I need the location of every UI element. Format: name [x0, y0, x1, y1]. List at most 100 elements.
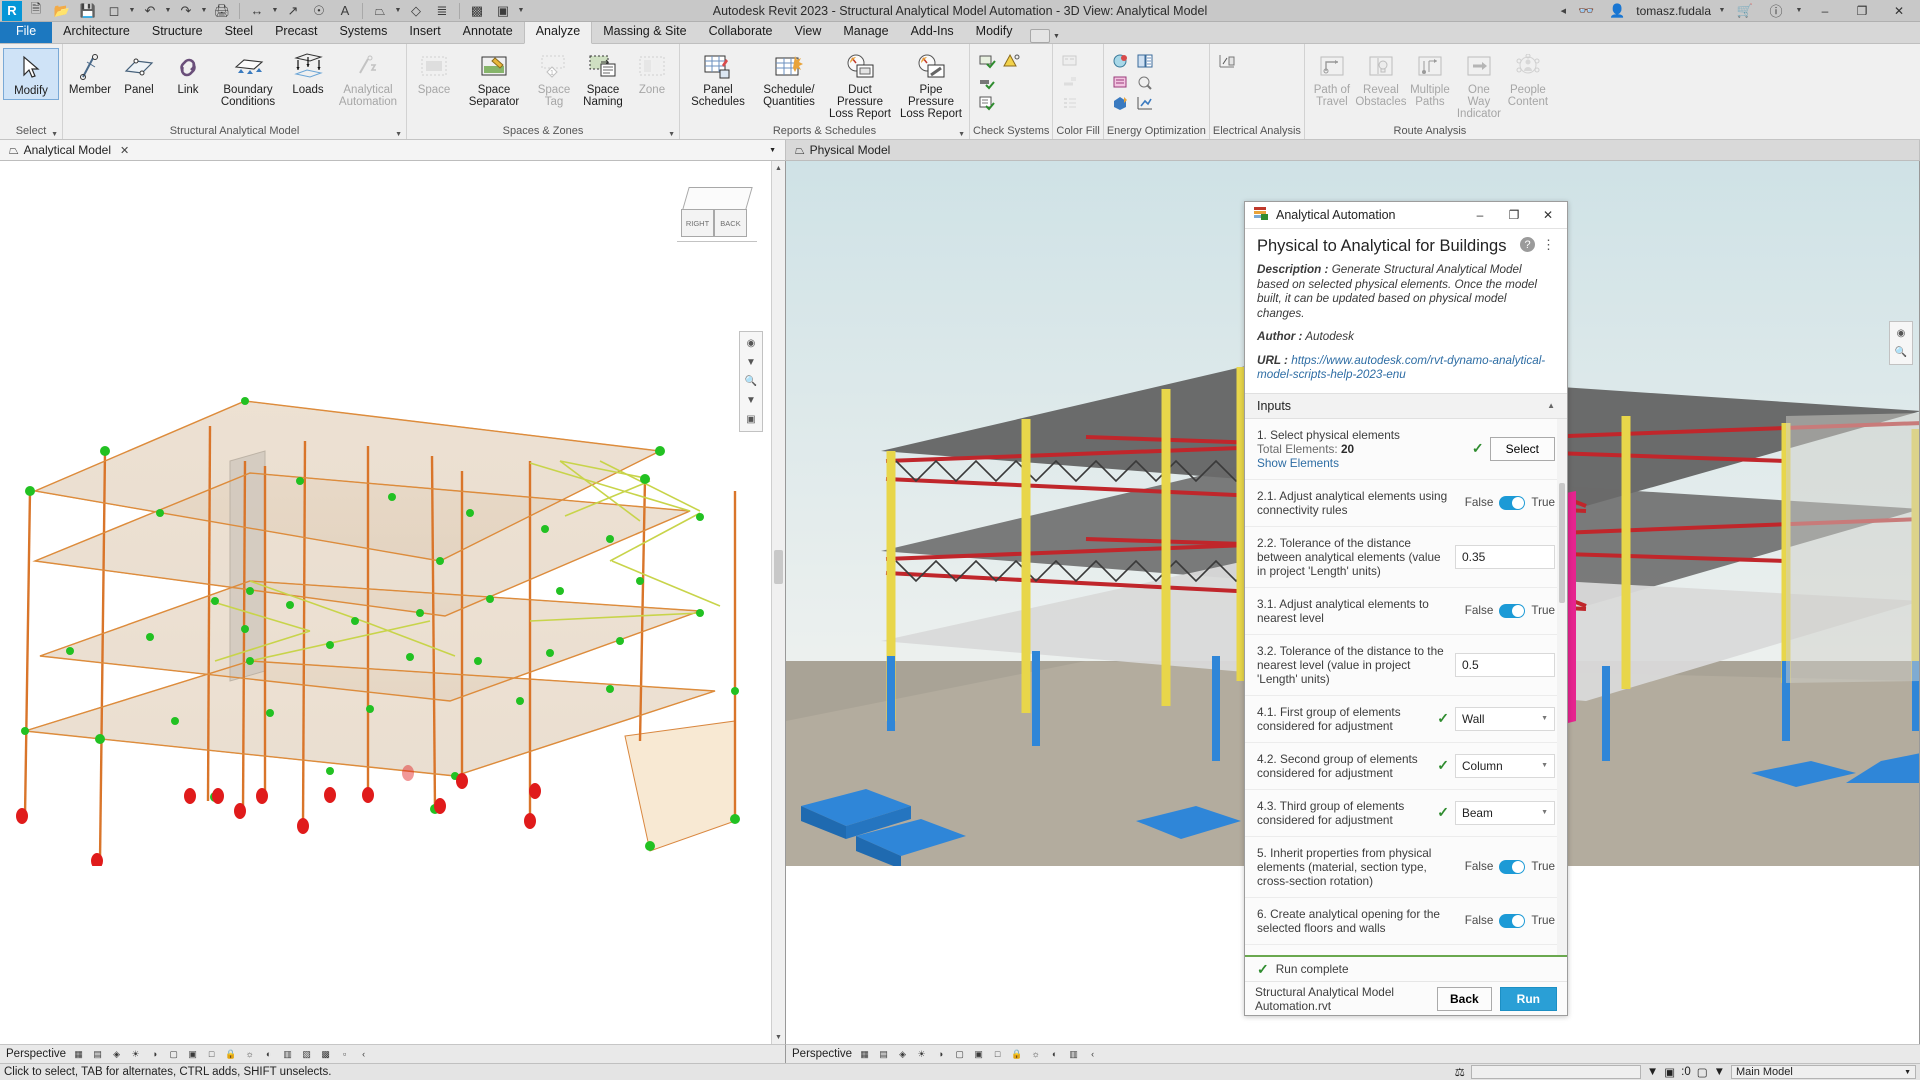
- maximize-button[interactable]: ❐: [1847, 0, 1877, 22]
- constraints-icon[interactable]: ▩: [319, 1048, 332, 1061]
- aa-inputs-list[interactable]: 1. Select physical elementsTotal Element…: [1245, 419, 1567, 956]
- sun-path-icon[interactable]: ☀: [915, 1048, 928, 1061]
- multiple-paths-button[interactable]: Multiple Paths: [1406, 48, 1454, 110]
- scroll-up-icon[interactable]: ▲: [772, 161, 785, 175]
- save-icon[interactable]: 💾: [76, 1, 100, 21]
- overflow-icon[interactable]: ‹: [1086, 1048, 1099, 1061]
- show-disconnects-icon[interactable]: [1001, 52, 1021, 70]
- viewport-analytical-model[interactable]: RIGHT BACK ◉ ▼ 🔍 ▼ ▣ ▲ ▼: [0, 161, 786, 1044]
- tab-analyze[interactable]: Analyze: [524, 20, 592, 44]
- zoom-tool-icon[interactable]: 🔍: [741, 373, 761, 390]
- user-avatar-icon[interactable]: 👤: [1605, 1, 1629, 21]
- more-options-icon[interactable]: ⋮: [1542, 240, 1555, 250]
- toggle-switch[interactable]: [1499, 604, 1525, 618]
- space-button[interactable]: Space: [410, 48, 458, 98]
- new-icon[interactable]: 🗎: [24, 1, 48, 21]
- temporary-hide-isolate-icon[interactable]: ☼: [243, 1048, 256, 1061]
- detail-level-icon[interactable]: ▤: [91, 1048, 104, 1061]
- chevron-down-icon[interactable]: ▼: [769, 147, 776, 154]
- chevron-down-icon[interactable]: ▼: [1904, 1069, 1911, 1076]
- aa-input-row[interactable]: 3.2. Tolerance of the distance to the ne…: [1245, 635, 1567, 696]
- space-naming-button[interactable]: Space Naming: [579, 48, 627, 110]
- aa-input-row[interactable]: 2.2. Tolerance of the distance between a…: [1245, 527, 1567, 588]
- location-icon[interactable]: [1111, 52, 1131, 70]
- aa-toggle[interactable]: FalseTrue: [1465, 604, 1555, 618]
- analytical-automation-panel[interactable]: Analytical Automation – ❐ ✕ Physical to …: [1244, 201, 1568, 1016]
- tab-view[interactable]: View: [784, 21, 833, 43]
- tab-modify[interactable]: Modify: [965, 21, 1024, 43]
- space-tag-button[interactable]: 1 Space Tag: [530, 48, 578, 110]
- scale-icon[interactable]: ▦: [858, 1048, 871, 1061]
- reveal-obstacles-button[interactable]: Reveal Obstacles: [1357, 48, 1405, 110]
- duct-pressure-loss-report-button[interactable]: Duct Pressure Loss Report: [825, 48, 895, 122]
- overflow-icon[interactable]: ‹: [357, 1048, 370, 1061]
- tab-annotate[interactable]: Annotate: [452, 21, 524, 43]
- view-tab-analytical-model[interactable]: ⏢ Analytical Model ✕ ▼: [0, 140, 786, 160]
- chevron-down-icon[interactable]: ▼: [741, 392, 761, 409]
- workset-select[interactable]: Main Model ▼: [1731, 1065, 1916, 1079]
- modify-button[interactable]: Modify: [3, 48, 59, 100]
- minimize-button[interactable]: –: [1810, 0, 1840, 22]
- color-fill-legend-icon[interactable]: [1060, 94, 1080, 112]
- view-control-bar-right[interactable]: Perspective ▦ ▤ ◈ ☀ ◑ ▢ ▣ □ 🔒 ☼ ◐ ▥ ‹: [786, 1044, 1920, 1063]
- close-button[interactable]: ✕: [1884, 0, 1914, 22]
- view-cube-right-face[interactable]: RIGHT: [681, 209, 714, 237]
- detail-level-icon[interactable]: ▤: [877, 1048, 890, 1061]
- visual-style-icon[interactable]: ◈: [110, 1048, 123, 1061]
- check-duct-systems-icon[interactable]: [977, 52, 997, 70]
- aa-toggle[interactable]: FalseTrue: [1465, 914, 1555, 928]
- member-button[interactable]: Member: [66, 48, 114, 98]
- show-elements-link[interactable]: Show Elements: [1257, 456, 1466, 470]
- default-3d-view-icon[interactable]: ⏢: [368, 1, 392, 21]
- zoom-tool-icon[interactable]: 🔍: [1891, 344, 1911, 361]
- aa-close-button[interactable]: ✕: [1531, 202, 1565, 229]
- chevron-down-icon[interactable]: ▼: [128, 7, 136, 14]
- text-icon[interactable]: A: [333, 1, 357, 21]
- analytical-automation-button[interactable]: Analytical Automation: [333, 48, 403, 110]
- zone-button[interactable]: Zone: [628, 48, 676, 98]
- switch-windows-icon[interactable]: ▣: [491, 1, 515, 21]
- worksets-icon[interactable]: ⚖: [1455, 1065, 1465, 1079]
- chevron-down-icon[interactable]: ▼: [394, 7, 402, 14]
- help-icon[interactable]: ?: [1520, 237, 1535, 252]
- chevron-down-icon[interactable]: ▼: [51, 131, 58, 138]
- chevron-down-icon[interactable]: ▼: [200, 7, 208, 14]
- thin-lines-icon[interactable]: ≣: [430, 1, 454, 21]
- boundary-conditions-button[interactable]: Boundary Conditions: [213, 48, 283, 110]
- generate-insight-icon[interactable]: [1135, 73, 1155, 91]
- aa-toggle[interactable]: FalseTrue: [1465, 496, 1555, 510]
- one-way-indicator-button[interactable]: One Way Indicator: [1455, 48, 1503, 122]
- lock-3d-view-icon[interactable]: 🔒: [1010, 1048, 1023, 1061]
- tab-structure[interactable]: Structure: [141, 21, 214, 43]
- tab-systems[interactable]: Systems: [328, 21, 398, 43]
- toggle-switch[interactable]: [1499, 496, 1525, 510]
- pipe-pressure-loss-report-button[interactable]: Pipe Pressure Loss Report: [896, 48, 966, 122]
- aa-input-row[interactable]: 7. Associate with physical counterpartFa…: [1245, 945, 1567, 956]
- electrical-analysis-report-icon[interactable]: [1217, 52, 1237, 70]
- aa-input-row[interactable]: 1. Select physical elementsTotal Element…: [1245, 419, 1567, 480]
- check-circuits-icon[interactable]: [977, 94, 997, 112]
- save-as-icon[interactable]: ◻: [102, 1, 126, 21]
- toggle-switch[interactable]: [1499, 914, 1525, 928]
- search-binoculars-icon[interactable]: 👓: [1574, 1, 1598, 21]
- chevron-down-icon[interactable]: ▼: [517, 7, 525, 14]
- chevron-down-icon[interactable]: ▼: [1541, 715, 1548, 722]
- temporary-hide-isolate-icon[interactable]: ☼: [1029, 1048, 1042, 1061]
- aa-input-row[interactable]: 3.1. Adjust analytical elements to neare…: [1245, 588, 1567, 635]
- tab-manage[interactable]: Manage: [832, 21, 899, 43]
- open-icon[interactable]: 📂: [50, 1, 74, 21]
- link-button[interactable]: Link: [164, 48, 212, 98]
- chevron-down-icon[interactable]: ▼: [668, 131, 675, 138]
- undo-icon[interactable]: ↶: [138, 1, 162, 21]
- ribbon[interactable]: Modify Select ▼ Member Panel: [0, 44, 1920, 140]
- select-elements-button[interactable]: Select: [1490, 437, 1555, 461]
- exclude-options-icon[interactable]: ▢: [1697, 1065, 1708, 1079]
- worksharing-display-icon[interactable]: ▫: [338, 1048, 351, 1061]
- scroll-down-icon[interactable]: ▼: [772, 1030, 785, 1044]
- reveal-hidden-icon[interactable]: ◐: [262, 1048, 275, 1061]
- aa-input-row[interactable]: 4.2. Second group of elements considered…: [1245, 743, 1567, 790]
- aa-input-row[interactable]: 5. Inherit properties from physical elem…: [1245, 837, 1567, 898]
- editable-only-filter-icon[interactable]: ▣: [1664, 1065, 1675, 1079]
- revit-logo-icon[interactable]: R: [2, 1, 22, 21]
- design-options-select[interactable]: [1471, 1065, 1641, 1079]
